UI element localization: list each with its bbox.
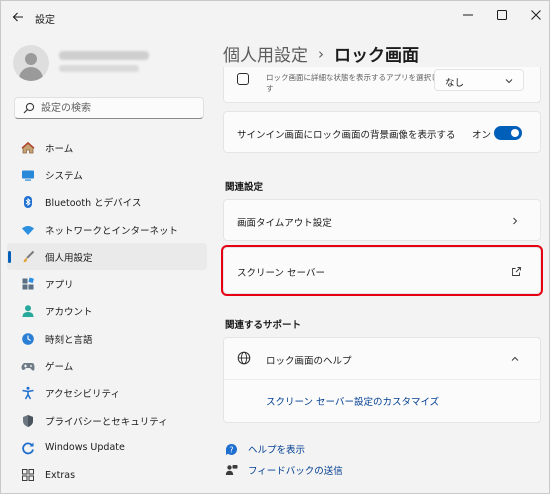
screen-saver-label: スクリーン セーバー [237,268,325,279]
screen-timeout-label: 画面タイムアウト設定 [237,218,332,229]
time-language-icon [21,332,35,346]
svg-text:?: ? [229,445,233,454]
related-settings-heading: 関連設定 [225,182,264,193]
sidebar-item-label: アプリ [45,280,74,292]
settings-window: 設定 ホーム システム [0,0,550,494]
sidebar-item-time-language[interactable]: 時刻と言語 [7,325,207,352]
sidebar-item-label: Extras [45,469,76,481]
wifi-icon [21,223,35,237]
search-box[interactable] [14,97,204,119]
update-icon [21,441,35,455]
title-bar: 設定 [1,1,549,33]
apps-icon [21,277,35,291]
user-profile[interactable] [13,45,213,85]
home-icon [21,141,35,155]
globe-icon [237,351,251,365]
back-button[interactable] [9,8,27,26]
sidebar-item-bluetooth[interactable]: Bluetooth とデバイス [7,189,207,216]
sidebar-item-gaming[interactable]: ゲーム [7,352,207,379]
close-icon [531,10,541,20]
sidebar-item-home[interactable]: ホーム [7,134,207,161]
system-icon [21,168,35,182]
sidebar-item-label: ホーム [45,143,74,155]
breadcrumb-separator: › [318,44,324,63]
get-help-label: ヘルプを表示 [248,445,306,456]
sidebar-item-label: アカウント [45,307,93,319]
sidebar-item-label: Bluetooth とデバイス [45,198,142,210]
sidebar-item-label: 時刻と言語 [45,334,93,346]
help-icon: ? [225,443,238,456]
sidebar-item-label: 個人用設定 [45,252,93,264]
breadcrumb: 個人用設定 › ロック画面 [223,41,419,67]
chevron-down-icon [505,79,513,84]
maximize-button[interactable] [485,1,519,29]
account-icon [21,304,35,318]
get-help-link[interactable]: ? ヘルプを表示 [225,442,305,456]
sidebar-item-extras[interactable]: Extras [7,462,207,489]
search-input[interactable] [41,101,197,115]
lock-screen-help-header[interactable]: ロック画面のヘルプ [224,338,540,380]
external-link-icon [512,267,521,276]
dropdown-value: なし [445,78,465,89]
brush-icon [21,250,35,264]
feedback-label: フィードバックの送信 [248,466,343,477]
arrow-left-icon [12,12,23,22]
related-support-heading: 関連するサポート [225,320,302,331]
lock-screen-status-card: ロック画面に詳細な状態を表示するアプリを選択します なし [223,67,541,103]
lock-screen-status-dropdown[interactable]: なし [434,69,524,91]
feedback-link[interactable]: フィードバックの送信 [225,463,343,477]
feedback-icon [225,464,238,477]
screen-saver-card[interactable]: スクリーン セーバー [221,245,543,296]
search-icon [23,102,35,114]
sidebar-item-label: Windows Update [45,442,125,454]
lock-screen-help-title: ロック画面のヘルプ [266,356,352,367]
sidebar-item-windows-update[interactable]: Windows Update [7,434,207,461]
minimize-button[interactable] [451,1,485,29]
lock-screen-status-label: ロック画面に詳細な状態を表示するアプリを選択します [266,73,446,93]
sidebar-item-network[interactable]: ネットワークとインターネット [7,216,207,243]
close-button[interactable] [519,1,549,29]
sidebar-item-accessibility[interactable]: アクセシビリティ [7,380,207,407]
sidebar-item-label: ネットワークとインターネット [45,225,179,237]
maximize-icon [497,10,507,20]
minimize-icon [463,14,473,16]
toggle-state-label: オン [472,130,492,141]
app-title: 設定 [35,15,55,26]
sidebar-item-label: ゲーム [45,362,74,374]
sidebar-item-apps[interactable]: アプリ [7,270,207,297]
screen-timeout-card[interactable]: 画面タイムアウト設定 [223,199,541,241]
bluetooth-icon [21,195,35,209]
avatar [13,45,49,81]
accessibility-icon [21,386,35,400]
app-status-icon [237,73,249,85]
chevron-right-icon [513,217,518,225]
gamepad-icon [21,359,35,373]
lock-screen-help-card: ロック画面のヘルプ スクリーン セーバー設定のカスタマイズ [223,337,541,423]
sidebar-item-label: アクセシビリティ [45,389,120,401]
sidebar-item-accounts[interactable]: アカウント [7,298,207,325]
chevron-up-icon [511,356,519,361]
sidebar-item-label: システム [45,170,83,182]
signin-background-label: サインイン画面にロック画面の背景画像を表示する [237,130,456,141]
signin-background-toggle[interactable] [494,126,522,140]
extras-icon [21,468,35,482]
sidebar-item-system[interactable]: システム [7,161,207,188]
profile-name-redacted [59,51,149,60]
sidebar-nav: ホーム システム Bluetooth とデバイス ネットワークとインターネット … [7,134,207,489]
sidebar-item-label: プライバシーとセキュリティ [45,416,168,428]
sidebar-item-privacy[interactable]: プライバシーとセキュリティ [7,407,207,434]
page-title: ロック画面 [334,46,419,66]
signin-background-card: サインイン画面にロック画面の背景画像を表示する オン [223,111,541,153]
breadcrumb-parent[interactable]: 個人用設定 [223,41,308,66]
profile-email-redacted [59,65,139,72]
shield-icon [21,414,35,428]
sidebar-item-personalization[interactable]: 個人用設定 [7,243,207,271]
customize-screen-saver-link[interactable]: スクリーン セーバー設定のカスタマイズ [266,394,439,408]
